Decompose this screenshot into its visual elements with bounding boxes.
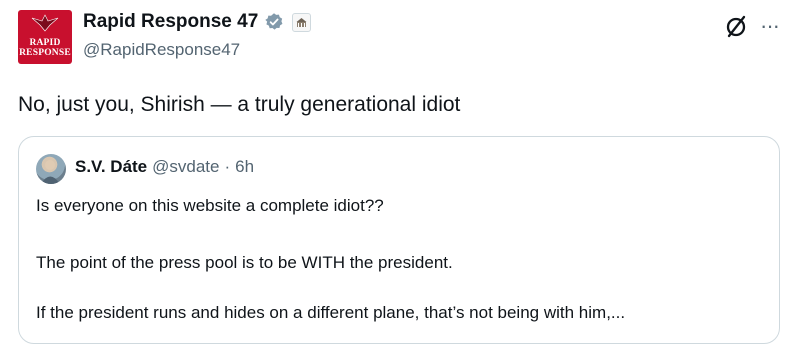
quoted-display-name[interactable]: S.V. Dáte <box>75 157 147 177</box>
quoted-header: S.V. Dáte @svdate · 6h <box>75 157 254 177</box>
avatar-text: RAPID RESPONSE <box>19 38 71 58</box>
quoted-text-line: If the president runs and hides on a dif… <box>36 303 626 322</box>
quoted-tweet[interactable]: S.V. Dáte @svdate · 6h Is everyone on th… <box>18 136 780 344</box>
author-display-name[interactable]: Rapid Response 47 <box>83 11 258 33</box>
quoted-time[interactable]: 6h <box>235 157 254 177</box>
quoted-separator: · <box>224 157 231 176</box>
verified-badge-icon[interactable] <box>264 12 284 32</box>
quoted-handle[interactable]: @svdate <box>152 157 219 177</box>
tweet-text: No, just you, Shirish — a truly generati… <box>18 93 461 116</box>
author-handle[interactable]: @RapidResponse47 <box>83 40 240 60</box>
quoted-text-line: The point of the press pool is to be WIT… <box>36 253 453 272</box>
quoted-text-line: Is everyone on this website a complete i… <box>36 196 384 215</box>
author-name-row: Rapid Response 47 <box>83 11 312 33</box>
author-avatar[interactable]: RAPID RESPONSE <box>18 10 72 64</box>
quoted-author-avatar[interactable] <box>36 154 66 184</box>
grok-icon[interactable] <box>723 14 749 40</box>
eagle-seal-icon <box>31 14 59 32</box>
white-house-seal-icon[interactable] <box>292 12 312 32</box>
more-options-icon[interactable]: ··· <box>760 15 780 37</box>
